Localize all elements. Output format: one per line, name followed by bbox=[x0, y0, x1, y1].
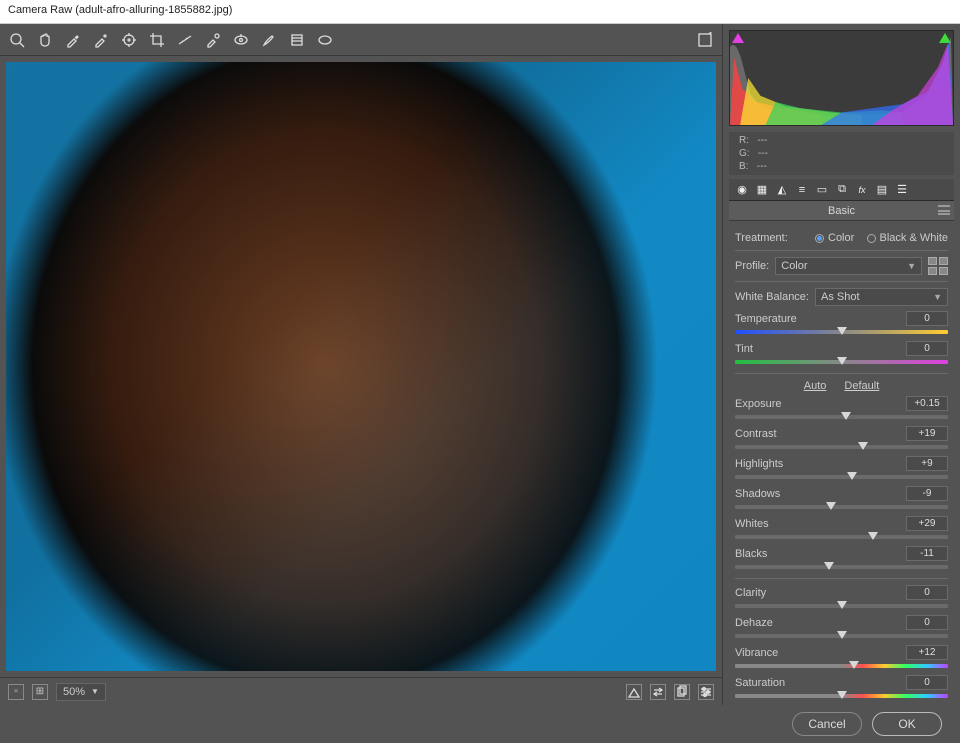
treatment-color-radio[interactable]: Color bbox=[815, 232, 854, 244]
top-toolbar bbox=[0, 24, 722, 56]
zoom-select[interactable]: 50%▼ bbox=[56, 683, 106, 701]
dialog-footer: Cancel OK bbox=[0, 705, 960, 743]
tab-detail-icon[interactable]: ◭ bbox=[775, 183, 789, 197]
whites-slider[interactable]: Whites+29 bbox=[735, 516, 948, 542]
bottom-toolbar: ▫ ⊞ 50%▼ bbox=[0, 677, 722, 705]
auto-link[interactable]: Auto bbox=[804, 380, 827, 392]
blacks-slider[interactable]: Blacks-11 bbox=[735, 546, 948, 572]
vibrance-slider[interactable]: Vibrance+12 bbox=[735, 645, 948, 671]
tab-basic-icon[interactable]: ◉ bbox=[735, 183, 749, 197]
temperature-slider[interactable]: Temperature0 bbox=[735, 311, 948, 337]
spot-removal-icon[interactable] bbox=[204, 31, 222, 49]
tab-lens-icon[interactable]: ⧉ bbox=[835, 183, 849, 197]
color-sampler-icon[interactable] bbox=[92, 31, 110, 49]
clarity-slider[interactable]: Clarity0 bbox=[735, 585, 948, 611]
profile-browser-icon[interactable] bbox=[928, 257, 948, 275]
highlights-slider[interactable]: Highlights+9 bbox=[735, 456, 948, 482]
tint-slider[interactable]: Tint0 bbox=[735, 341, 948, 367]
graduated-filter-icon[interactable] bbox=[288, 31, 306, 49]
image-preview[interactable] bbox=[6, 62, 716, 671]
tab-curve-icon[interactable]: ▦ bbox=[755, 183, 769, 197]
shadows-slider[interactable]: Shadows-9 bbox=[735, 486, 948, 512]
target-adjust-icon[interactable] bbox=[120, 31, 138, 49]
histogram[interactable] bbox=[729, 30, 954, 126]
tab-split-icon[interactable]: ▭ bbox=[815, 183, 829, 197]
adjustment-brush-icon[interactable] bbox=[260, 31, 278, 49]
treatment-row: Treatment: Color Black & White bbox=[735, 232, 948, 244]
redeye-tool-icon[interactable] bbox=[232, 31, 250, 49]
ok-button[interactable]: OK bbox=[872, 712, 942, 736]
copy-settings-icon[interactable] bbox=[674, 684, 690, 700]
hand-tool-icon[interactable] bbox=[36, 31, 54, 49]
treatment-bw-radio[interactable]: Black & White bbox=[867, 232, 948, 244]
wb-label: White Balance: bbox=[735, 291, 809, 303]
straighten-tool-icon[interactable] bbox=[176, 31, 194, 49]
before-after-icon[interactable] bbox=[626, 684, 642, 700]
tab-hsl-icon[interactable]: ≡ bbox=[795, 183, 809, 197]
cancel-button[interactable]: Cancel bbox=[792, 712, 862, 736]
single-view-icon[interactable]: ▫ bbox=[8, 684, 24, 700]
profile-select[interactable]: Color▼ bbox=[775, 257, 922, 275]
tab-presets-icon[interactable]: ☰ bbox=[895, 183, 909, 197]
compare-view-icon[interactable]: ⊞ bbox=[32, 684, 48, 700]
dehaze-slider[interactable]: Dehaze0 bbox=[735, 615, 948, 641]
crop-tool-icon[interactable] bbox=[148, 31, 166, 49]
window-titlebar: Camera Raw (adult-afro-alluring-1855882.… bbox=[0, 0, 960, 24]
saturation-slider[interactable]: Saturation0 bbox=[735, 675, 948, 701]
settings-sliders-icon[interactable] bbox=[698, 684, 714, 700]
rgb-readout: R: --- G: --- B: --- bbox=[729, 132, 954, 175]
wb-eyedropper-icon[interactable] bbox=[64, 31, 82, 49]
preferences-icon[interactable] bbox=[696, 31, 714, 49]
radial-filter-icon[interactable] bbox=[316, 31, 334, 49]
tab-calib-icon[interactable]: ▤ bbox=[875, 183, 889, 197]
tab-fx-icon[interactable]: fx bbox=[855, 183, 869, 197]
exposure-slider[interactable]: Exposure+0.15 bbox=[735, 396, 948, 422]
zoom-tool-icon[interactable] bbox=[8, 31, 26, 49]
wb-select[interactable]: As Shot▼ bbox=[815, 288, 948, 306]
panel-header: Basic bbox=[729, 201, 954, 221]
panel-tabs: ◉ ▦ ◭ ≡ ▭ ⧉ fx ▤ ☰ bbox=[729, 179, 954, 201]
default-link[interactable]: Default bbox=[844, 380, 879, 392]
panel-menu-icon[interactable] bbox=[938, 205, 950, 215]
profile-label: Profile: bbox=[735, 260, 769, 272]
swap-icon[interactable] bbox=[650, 684, 666, 700]
contrast-slider[interactable]: Contrast+19 bbox=[735, 426, 948, 452]
